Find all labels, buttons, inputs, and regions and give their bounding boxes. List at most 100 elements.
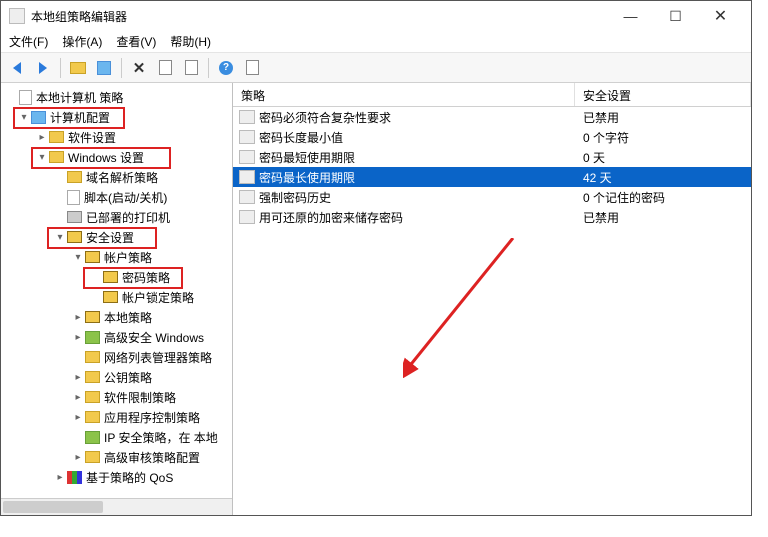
tree-label: Windows 设置 [68, 149, 144, 166]
minimize-button[interactable]: — [608, 2, 653, 30]
tree-account-policy[interactable]: ▾ 帐户策略 [3, 247, 230, 267]
chevron-right-icon[interactable]: ▸ [71, 312, 85, 323]
column-header-policy[interactable]: 策略 [233, 83, 575, 106]
policy-setting: 0 个字符 [575, 129, 751, 146]
tree-adv-windows[interactable]: ▸ 高级安全 Windows [3, 327, 230, 347]
tree-app-control[interactable]: ▸ 应用程序控制策略 [3, 407, 230, 427]
list-row[interactable]: 密码长度最小值0 个字符 [233, 127, 751, 147]
list-row[interactable]: 密码最短使用期限 0 天 [233, 147, 751, 167]
tree-label: 帐户锁定策略 [122, 289, 194, 306]
policy-icon [239, 210, 255, 224]
tree-pane: 本地计算机 策略 ▾ 计算机配置 ▸ 软件设置 ▾ Windows 设置 域名解析策略… [1, 83, 233, 515]
menu-help[interactable]: 帮助(H) [170, 33, 211, 50]
tree-label: 本地策略 [104, 309, 152, 326]
chevron-right-icon[interactable]: ▸ [71, 452, 85, 463]
chevron-down-icon[interactable]: ▾ [35, 152, 49, 163]
list-row[interactable]: 密码必须符合复杂性要求已禁用 [233, 107, 751, 127]
help-button[interactable]: ? [214, 56, 238, 80]
list-body[interactable]: 密码必须符合复杂性要求已禁用密码长度最小值0 个字符密码最短使用期限0 天密码最… [233, 107, 751, 515]
tree-label: 高级安全 Windows [104, 329, 204, 346]
chevron-right-icon[interactable]: ▸ [53, 472, 67, 483]
properties-button[interactable] [153, 56, 177, 80]
window-title: 本地组策略编辑器 [31, 8, 608, 25]
tree-software-restrict[interactable]: ▸ 软件限制策略 [3, 387, 230, 407]
policy-icon [239, 130, 255, 144]
policy-name: 密码最短使用期限 [259, 149, 355, 166]
app-icon [9, 8, 25, 24]
refresh-button[interactable] [240, 56, 264, 80]
tree-label: 软件限制策略 [104, 389, 176, 406]
policy-setting: 0 天 [575, 149, 751, 166]
tree-qos[interactable]: ▸ 基于策略的 QoS [3, 467, 230, 487]
tree-label: 域名解析策略 [86, 169, 158, 186]
tree-deployed-printers[interactable]: 已部署的打印机 [3, 207, 230, 227]
tree-label: 软件设置 [68, 129, 116, 146]
delete-button[interactable]: ✕ [127, 56, 151, 80]
separator [208, 58, 209, 78]
menu-view[interactable]: 查看(V) [116, 33, 156, 50]
tree-label: 计算机配置 [50, 109, 110, 126]
tree-label: 本地计算机 策略 [36, 89, 123, 106]
maximize-button[interactable]: ☐ [653, 2, 698, 30]
tree-label: IP 安全策略，在 本地 [104, 429, 218, 446]
chevron-right-icon[interactable]: ▸ [35, 132, 49, 143]
tree-label: 应用程序控制策略 [104, 409, 200, 426]
tree-local-policy[interactable]: ▸ 本地策略 [3, 307, 230, 327]
tree-label: 已部署的打印机 [86, 209, 170, 226]
policy-icon [239, 170, 255, 184]
policy-setting: 已禁用 [575, 209, 751, 226]
policy-icon [239, 110, 255, 124]
list-header: 策略 安全设置 [233, 83, 751, 107]
list-pane: 策略 安全设置 密码必须符合复杂性要求已禁用密码长度最小值0 个字符密码最短使用… [233, 83, 751, 515]
gpedit-window: 本地组策略编辑器 — ☐ ✕ 文件(F) 操作(A) 查看(V) 帮助(H) ✕… [0, 0, 752, 516]
export-button[interactable] [179, 56, 203, 80]
back-button[interactable] [5, 56, 29, 80]
chevron-right-icon[interactable]: ▸ [71, 372, 85, 383]
chevron-right-icon[interactable]: ▸ [71, 392, 85, 403]
separator [60, 58, 61, 78]
menu-file[interactable]: 文件(F) [9, 33, 48, 50]
main-area: 本地计算机 策略 ▾ 计算机配置 ▸ 软件设置 ▾ Windows 设置 域名解析策略… [1, 83, 751, 515]
tree-computer-config[interactable]: ▾ 计算机配置 [3, 107, 230, 127]
tree-label: 公钥策略 [104, 369, 152, 386]
tree-windows-settings[interactable]: ▾ Windows 设置 [3, 147, 230, 167]
tree-dns-policy[interactable]: 域名解析策略 [3, 167, 230, 187]
tree-label: 基于策略的 QoS [86, 469, 173, 486]
tree-security-settings[interactable]: ▾安全设置 [3, 227, 230, 247]
tree[interactable]: 本地计算机 策略 ▾ 计算机配置 ▸ 软件设置 ▾ Windows 设置 域名解析策略… [1, 83, 232, 498]
tree-password-policy[interactable]: 密码策略 [3, 267, 230, 287]
list-row[interactable]: 密码最长使用期限42 天 [233, 167, 751, 187]
horizontal-scrollbar[interactable] [1, 498, 232, 515]
chevron-down-icon[interactable]: ▾ [17, 112, 31, 123]
policy-setting: 42 天 [575, 169, 751, 186]
chevron-right-icon[interactable]: ▸ [71, 412, 85, 423]
chevron-down-icon[interactable]: ▾ [53, 232, 67, 243]
list-row[interactable]: 用可还原的加密来储存密码已禁用 [233, 207, 751, 227]
separator [121, 58, 122, 78]
menu-action[interactable]: 操作(A) [62, 33, 102, 50]
tree-lockout-policy[interactable]: 帐户锁定策略 [3, 287, 230, 307]
tree-root[interactable]: 本地计算机 策略 [3, 87, 230, 107]
tree-label: 网络列表管理器策略 [104, 349, 212, 366]
tree-pubkey-policy[interactable]: ▸ 公钥策略 [3, 367, 230, 387]
tree-ip-security[interactable]: IP 安全策略，在 本地 [3, 427, 230, 447]
forward-button[interactable] [31, 56, 55, 80]
list-row[interactable]: 强制密码历史0 个记住的密码 [233, 187, 751, 207]
column-header-setting[interactable]: 安全设置 [575, 83, 751, 106]
tree-scripts[interactable]: 脚本(启动/关机) [3, 187, 230, 207]
policy-icon [239, 190, 255, 204]
menubar: 文件(F) 操作(A) 查看(V) 帮助(H) [1, 31, 751, 53]
tree-label: 帐户策略 [104, 249, 152, 266]
policy-name: 密码必须符合复杂性要求 [259, 109, 391, 126]
close-button[interactable]: ✕ [698, 2, 743, 30]
tree-audit-policy[interactable]: ▸ 高级审核策略配置 [3, 447, 230, 467]
policy-name: 强制密码历史 [259, 189, 331, 206]
folder-up-button[interactable] [66, 56, 90, 80]
view-toggle-button[interactable] [92, 56, 116, 80]
chevron-down-icon[interactable]: ▾ [71, 252, 85, 263]
chevron-right-icon[interactable]: ▸ [71, 332, 85, 343]
titlebar[interactable]: 本地组策略编辑器 — ☐ ✕ [1, 1, 751, 31]
tree-network-list[interactable]: 网络列表管理器策略 [3, 347, 230, 367]
tree-label: 高级审核策略配置 [104, 449, 200, 466]
tree-software-settings[interactable]: ▸ 软件设置 [3, 127, 230, 147]
